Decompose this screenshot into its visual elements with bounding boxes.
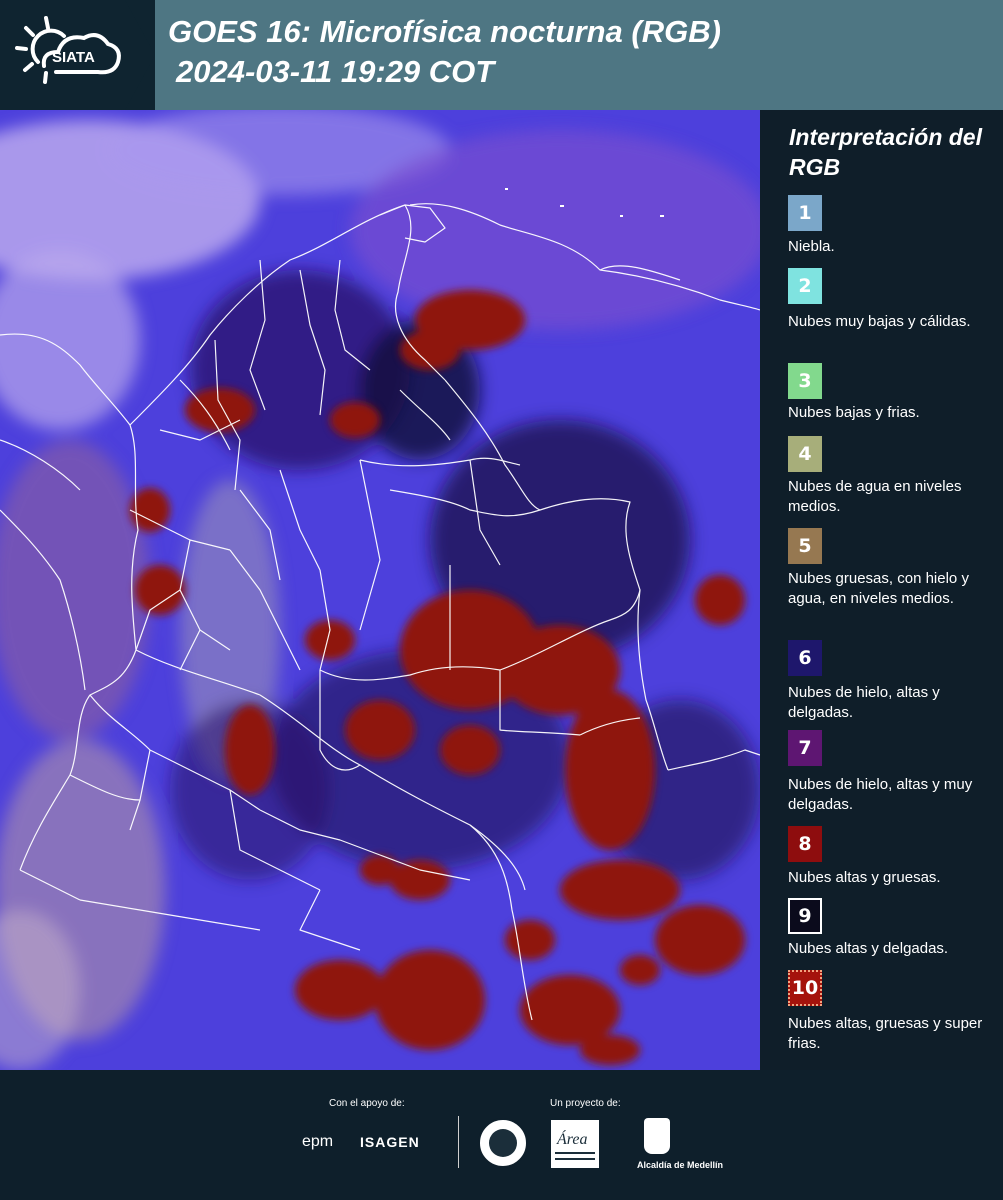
- medellin-shield-icon: [644, 1118, 670, 1154]
- sun-cloud-icon: SIATA: [15, 16, 121, 84]
- legend-label-9: Nubes altas y delgadas.: [788, 940, 949, 957]
- legend-swatch-3: 3: [788, 363, 822, 399]
- alcaldia-label: Alcaldía de Medellín: [637, 1160, 724, 1170]
- legend-label-10: Nubes altas, gruesas y super frias.: [788, 1015, 983, 1052]
- legend-label-1: Niebla.: [788, 238, 835, 255]
- legend-label-5: Nubes gruesas, con hielo y agua, en nive…: [788, 570, 969, 607]
- legend-swatch-1: 1: [788, 195, 822, 231]
- legend-title: Interpretación del RGB: [789, 124, 982, 180]
- satellite-image-map: [0, 110, 760, 1070]
- legend-label-8: Nubes altas y gruesas.: [788, 869, 941, 886]
- legend-swatch-7: 7: [788, 730, 822, 766]
- footer-divider: [458, 1116, 459, 1168]
- page-title: GOES 16: Microfísica nocturna (RGB): [168, 14, 721, 49]
- header-bar: SIATA GOES 16: Microfísica nocturna (RGB…: [0, 0, 1003, 110]
- legend-swatch-8: 8: [788, 826, 822, 862]
- timestamp: 2024-03-11 19:29 COT: [176, 54, 495, 89]
- legend-swatch-4: 4: [788, 436, 822, 472]
- legend-swatch-9: 9: [788, 898, 822, 934]
- area-metropolitana-logo: Área: [551, 1120, 599, 1168]
- university-seal-logo: [478, 1118, 528, 1168]
- project-label: Un proyecto de:: [550, 1098, 621, 1109]
- legend-panel: Interpretación del RGB 1 Niebla. 2 Nubes…: [760, 110, 1003, 1070]
- svg-text:SIATA: SIATA: [52, 49, 95, 66]
- legend-swatch-10: 10: [788, 970, 822, 1006]
- legend-label-2: Nubes muy bajas y cálidas.: [788, 313, 971, 330]
- isagen-logo: ISAGEN: [360, 1134, 420, 1150]
- legend-label-7: Nubes de hielo, altas y muy delgadas.: [788, 776, 973, 813]
- legend-swatch-6: 6: [788, 640, 822, 676]
- footer-sponsors: Con el apoyo de: Un proyecto de: epm ISA…: [0, 1070, 1003, 1200]
- svg-text:Área: Área: [556, 1129, 588, 1148]
- legend-swatch-2: 2: [788, 268, 822, 304]
- legend-label-3: Nubes bajas y frias.: [788, 404, 920, 421]
- legend-label-4: Nubes de agua en niveles medios.: [788, 478, 962, 515]
- legend-swatch-5: 5: [788, 528, 822, 564]
- legend-label-6: Nubes de hielo, altas y delgadas.: [788, 684, 940, 721]
- epm-logo: epm: [302, 1133, 334, 1150]
- support-label: Con el apoyo de:: [329, 1098, 405, 1109]
